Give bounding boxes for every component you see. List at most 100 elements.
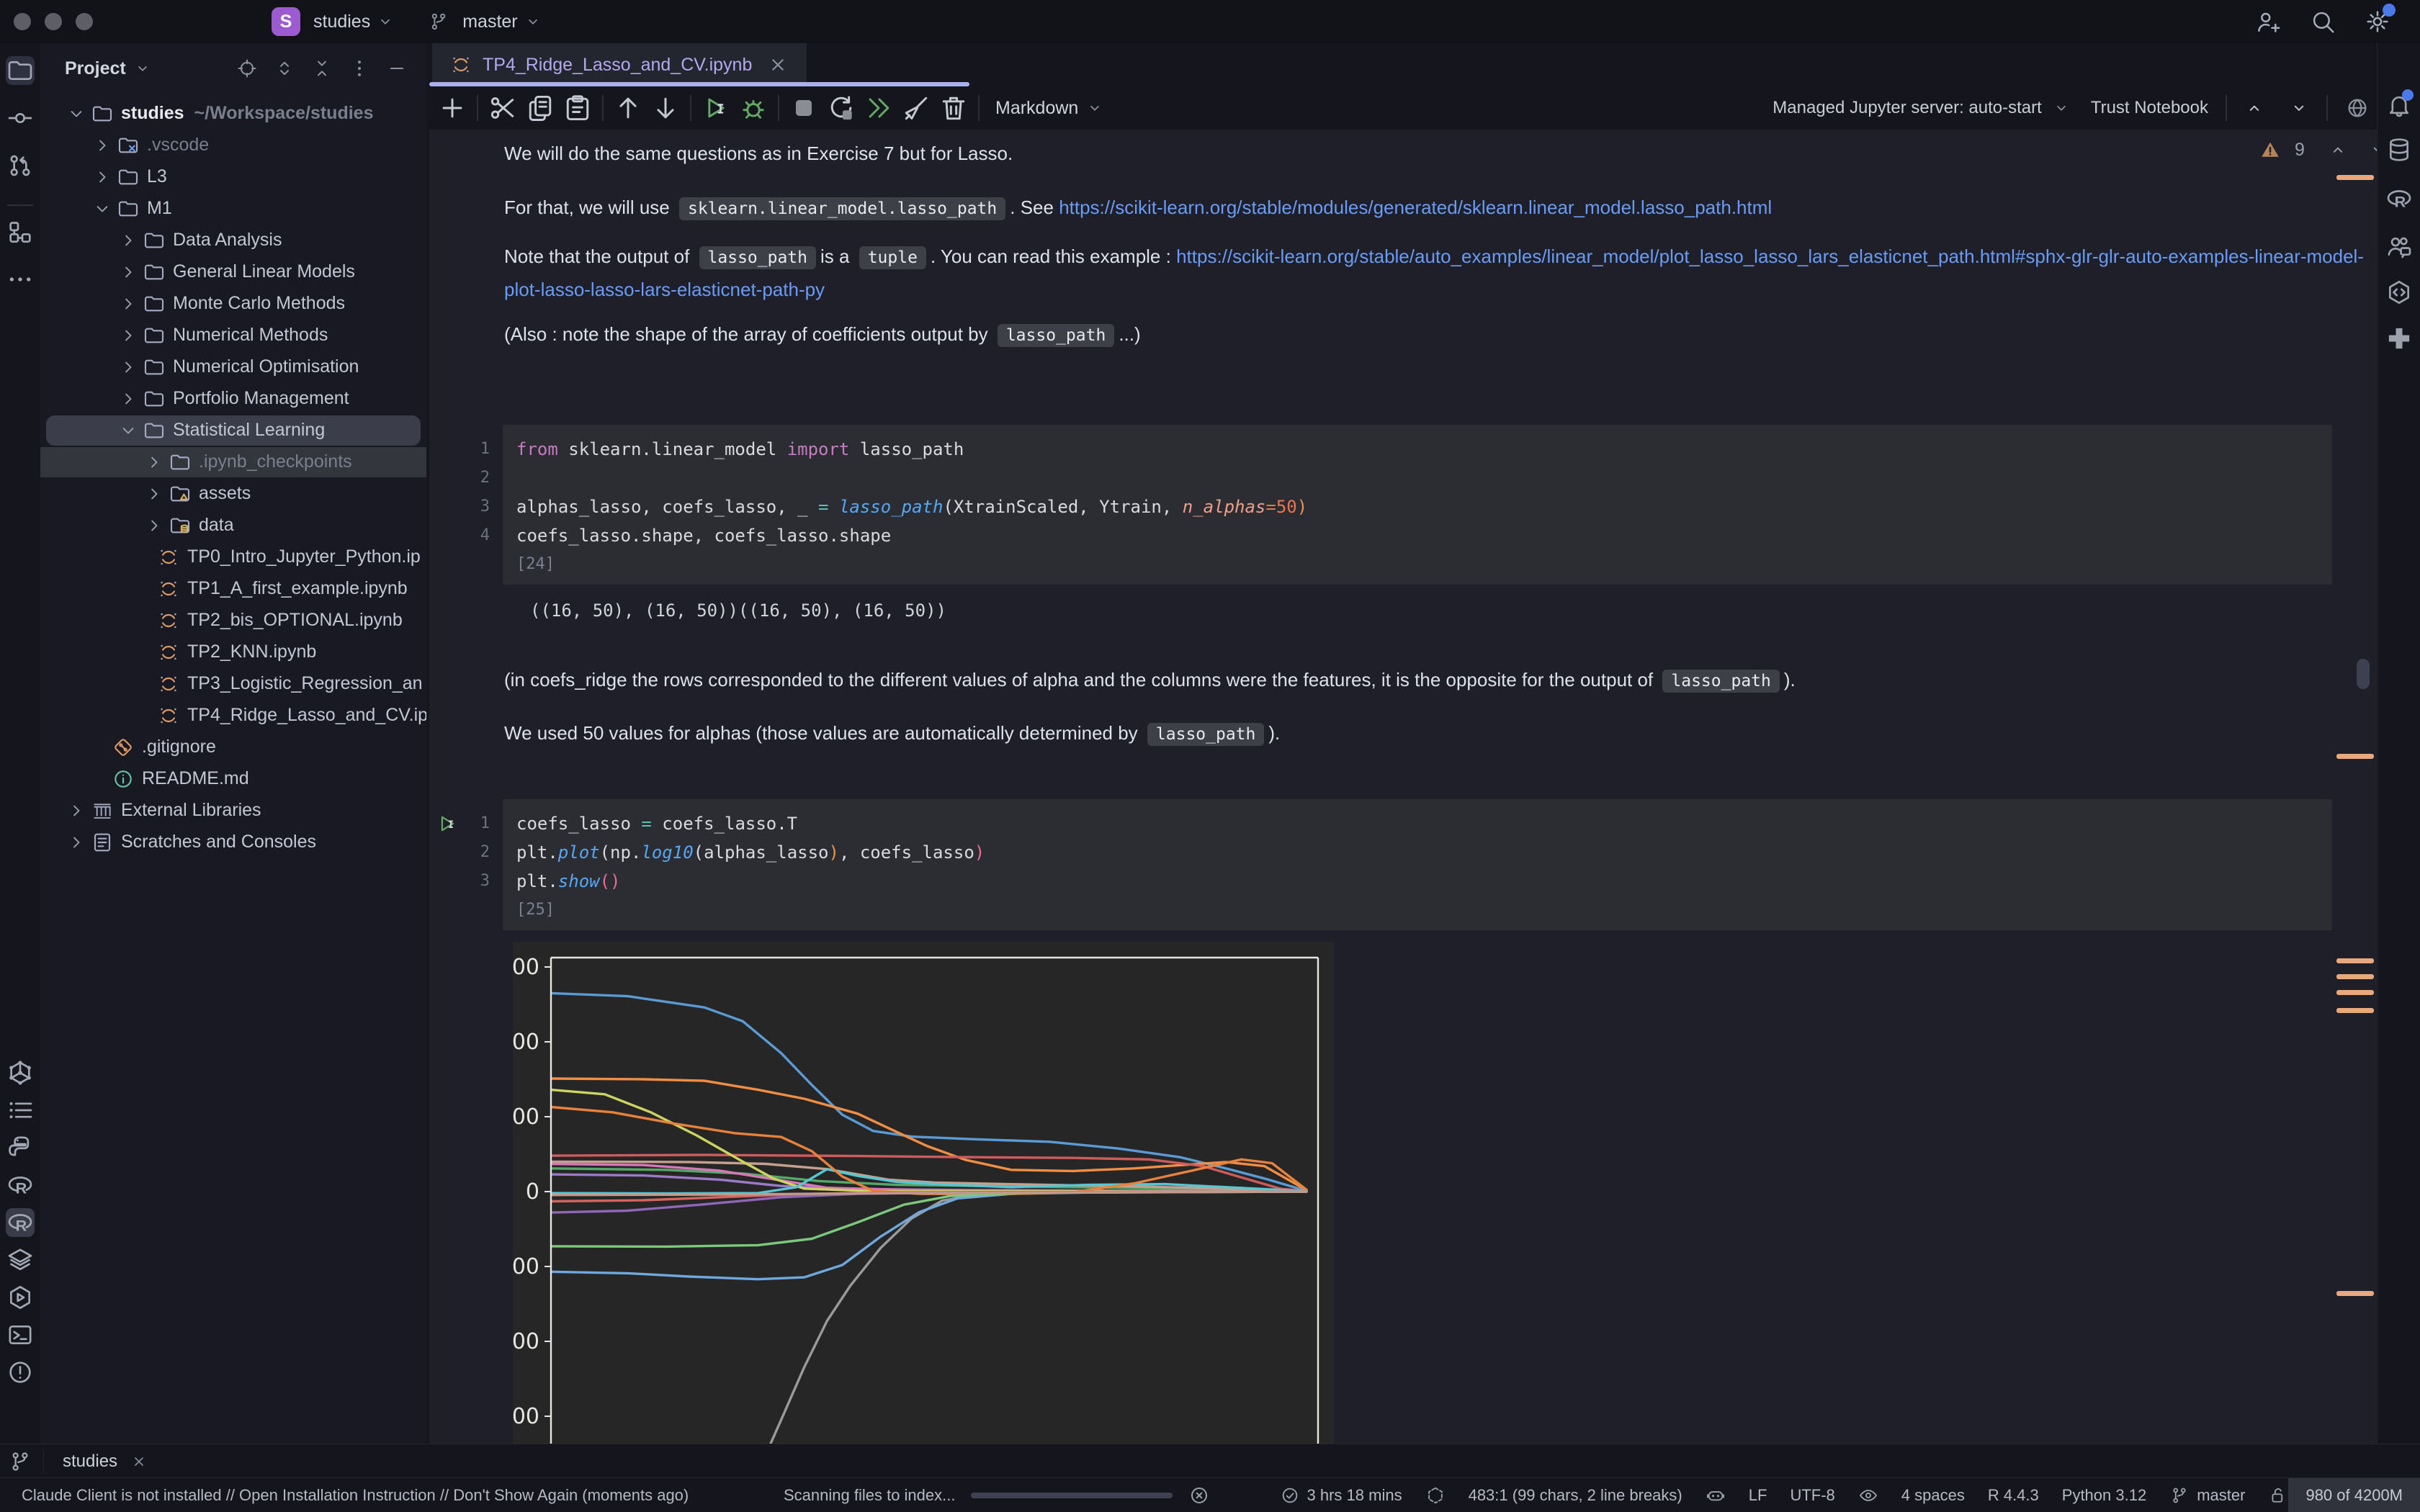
chevron-right-icon[interactable] <box>144 516 164 536</box>
add-cell-button[interactable] <box>434 92 471 124</box>
window-zoom-button[interactable] <box>76 13 93 30</box>
tree-item-numerical-methods[interactable]: Numerical Methods <box>40 320 426 351</box>
activity-bar-item-commit[interactable] <box>6 104 35 132</box>
cell-type-dropdown[interactable]: Markdown <box>995 98 1104 119</box>
status-widget-python-interpreter[interactable]: Python 3.12 <box>2062 1486 2146 1505</box>
tree-item-scratches-and-consoles[interactable]: Scratches and Consoles <box>40 827 426 858</box>
right-strip-item-r-graphics[interactable]: R <box>2385 184 2414 213</box>
interrupt-kernel-button[interactable] <box>785 92 823 124</box>
settings-button[interactable] <box>2364 8 2391 35</box>
code-line[interactable]: coefs_lasso = coefs_lasso.T <box>516 809 797 838</box>
chevron-right-icon[interactable] <box>118 325 138 346</box>
restart-kernel-button[interactable] <box>823 92 860 124</box>
activity-bar-item-structure[interactable] <box>6 217 35 246</box>
tree-item--ipynb-checkpoints[interactable]: .ipynb_checkpoints <box>40 446 426 478</box>
status-widget-file-writable[interactable] <box>2268 1485 2288 1506</box>
move-cell-down-button[interactable] <box>647 92 684 124</box>
chevron-right-icon[interactable] <box>92 135 112 156</box>
code-line[interactable]: plt.show() <box>516 867 621 896</box>
run-gutter-icon[interactable] <box>435 811 460 836</box>
tool-window-tab-studies[interactable]: studies <box>53 1452 158 1472</box>
code-line[interactable]: plt.plot(np.log10(alphas_lasso), coefs_l… <box>516 838 985 867</box>
tree-item-tp2-bis-optional-ipynb[interactable]: TP2_bis_OPTIONAL.ipynb <box>40 605 426 636</box>
right-strip-item-database[interactable] <box>2385 135 2414 164</box>
activity-bar-item-todo[interactable] <box>6 1096 35 1125</box>
tree-item--gitignore[interactable]: .gitignore <box>40 732 426 763</box>
project-switcher[interactable]: studies <box>313 12 370 32</box>
tree-item-tp4-ridge-lasso-and-cv-ip[interactable]: TP4_Ridge_Lasso_and_CV.ip <box>40 700 426 732</box>
tree-item-numerical-optimisation[interactable]: Numerical Optimisation <box>40 351 426 383</box>
activity-bar-item-terminal[interactable] <box>6 1320 35 1349</box>
tree-item-l3[interactable]: L3 <box>40 161 426 193</box>
code-line[interactable]: coefs_lasso.shape, coefs_lasso.shape <box>516 521 891 550</box>
chevron-right-icon[interactable] <box>66 832 86 852</box>
select-opened-file-button[interactable] <box>236 58 258 79</box>
activity-bar-item-more-tool-windows[interactable] <box>6 265 35 294</box>
status-widget-session-time[interactable]: 3 hrs 18 mins <box>1280 1485 1402 1506</box>
chevron-right-icon[interactable] <box>144 484 164 504</box>
status-widget-git-branch[interactable]: master <box>2169 1485 2245 1506</box>
tree-item-tp0-intro-jupyter-python-ip[interactable]: TP0_Intro_Jupyter_Python.ip <box>40 541 426 573</box>
chevron-right-icon[interactable] <box>118 262 138 282</box>
search-icon[interactable] <box>2309 8 2336 35</box>
chevron-down-icon[interactable] <box>118 420 138 441</box>
chevron-right-icon[interactable] <box>118 357 138 377</box>
right-strip-item-plugins[interactable] <box>2385 324 2414 353</box>
right-strip-item-packages[interactable] <box>2385 278 2414 307</box>
tree-item-general-linear-models[interactable]: General Linear Models <box>40 256 426 288</box>
collapse-all-button[interactable] <box>311 58 333 79</box>
jupyter-server-selector[interactable]: Managed Jupyter server: auto-start <box>1773 98 2042 118</box>
tree-item-studies[interactable]: studies~/Workspace/studies <box>40 98 426 130</box>
tree-item-readme-md[interactable]: README.md <box>40 763 426 795</box>
status-widget-background-task[interactable] <box>1425 1485 1446 1506</box>
window-close-button[interactable] <box>14 13 31 30</box>
cancel-indexing-icon[interactable] <box>1188 1485 1210 1506</box>
tree-item--vscode[interactable]: .vscode <box>40 130 426 161</box>
status-widget-line-separator[interactable]: LF <box>1749 1486 1767 1505</box>
close-icon[interactable] <box>766 53 789 76</box>
tree-item-m1[interactable]: M1 <box>40 193 426 225</box>
trust-notebook-button[interactable]: Trust Notebook <box>2091 98 2208 118</box>
tree-item-tp2-knn-ipynb[interactable]: TP2_KNN.ipynb <box>40 636 426 668</box>
status-message[interactable]: Claude Client is not installed // Open I… <box>22 1486 689 1505</box>
tree-item-data[interactable]: data <box>40 510 426 541</box>
tree-item-assets[interactable]: assets <box>40 478 426 510</box>
tree-item-external-libraries[interactable]: External Libraries <box>40 795 426 827</box>
hide-panel-button[interactable] <box>386 58 408 79</box>
next-cell-button[interactable] <box>2289 98 2309 118</box>
activity-bar-item-python-packages[interactable] <box>6 1133 35 1162</box>
status-widget-reader-mode[interactable] <box>1858 1485 1878 1506</box>
close-icon[interactable] <box>130 1453 148 1470</box>
activity-bar-item-layers[interactable] <box>6 1246 35 1274</box>
git-branch-icon[interactable] <box>6 1449 35 1474</box>
activity-bar-item-r-console[interactable]: R <box>6 1171 35 1200</box>
chevron-right-icon[interactable] <box>118 230 138 251</box>
run-cell-button[interactable] <box>697 92 735 124</box>
status-widget-file-encoding[interactable]: UTF-8 <box>1790 1486 1834 1505</box>
status-widget-caret-position[interactable]: 483:1 (99 chars, 2 line breaks) <box>1469 1486 1682 1505</box>
hyperlink[interactable]: https://scikit-learn.org/stable/modules/… <box>1059 197 1772 218</box>
chevron-down-icon[interactable] <box>66 104 86 124</box>
activity-bar-item-problems[interactable] <box>6 1358 35 1387</box>
copy-cell-button[interactable] <box>521 92 559 124</box>
activity-bar-item-r-tools[interactable]: R <box>6 1208 35 1237</box>
branch-switcher[interactable]: master <box>462 12 517 32</box>
cut-cell-button[interactable] <box>484 92 521 124</box>
previous-cell-button[interactable] <box>2244 98 2264 118</box>
activity-bar-item-services[interactable] <box>6 1283 35 1312</box>
chevron-down-icon[interactable] <box>92 199 112 219</box>
status-widget-r-interpreter[interactable]: R 4.4.3 <box>1988 1486 2039 1505</box>
right-strip-item-notifications[interactable] <box>2385 91 2414 120</box>
chevron-right-icon[interactable] <box>144 452 164 472</box>
tree-item-portfolio-management[interactable]: Portfolio Management <box>40 383 426 415</box>
project-panel-title[interactable]: Project <box>65 58 126 79</box>
expand-all-button[interactable] <box>274 58 295 79</box>
options-menu-button[interactable] <box>349 58 370 79</box>
activity-bar-item-dependencies[interactable] <box>6 1058 35 1087</box>
code-line[interactable]: from sklearn.linear_model import lasso_p… <box>516 435 964 464</box>
tree-item-tp1-a-first-example-ipynb[interactable]: TP1_A_first_example.ipynb <box>40 573 426 605</box>
move-cell-up-button[interactable] <box>609 92 647 124</box>
code-line[interactable]: alphas_lasso, coefs_lasso, _ = lasso_pat… <box>516 492 1307 521</box>
clear-outputs-button[interactable] <box>897 92 935 124</box>
right-strip-item-code-with-me[interactable] <box>2385 232 2414 261</box>
